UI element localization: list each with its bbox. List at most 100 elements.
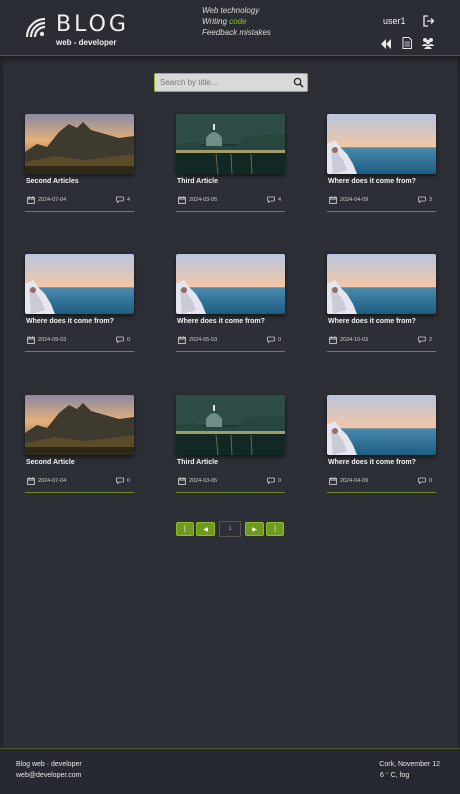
article-thumbnail[interactable] [176, 114, 285, 174]
logout-icon[interactable] [423, 15, 435, 27]
calendar-icon [27, 477, 35, 485]
tagline-line-3: Feedback mistakes [202, 28, 271, 37]
article-card[interactable]: Where does it come from? 2024-09-03 0 [25, 254, 134, 354]
article-comment-count: 0 [267, 336, 281, 343]
last-page-button[interactable]: ] [266, 522, 284, 536]
calendar-icon [27, 336, 35, 344]
article-date: 2024-05-03 [178, 336, 217, 344]
article-card[interactable]: Where does it come from? 2024-05-03 0 [176, 254, 285, 354]
article-date: 2024-04-09 [329, 196, 368, 204]
article-card[interactable]: Third Article 2024-03-05 0 [176, 395, 285, 495]
article-thumbnail[interactable] [327, 395, 436, 455]
article-divider [176, 211, 285, 212]
article-comment-count-text: 3 [428, 196, 432, 203]
article-date-text: 2024-03-05 [189, 197, 218, 203]
current-page-number[interactable]: 1 [219, 521, 241, 537]
article-comment-count: 2 [418, 336, 432, 343]
article-comment-count-text: 0 [126, 336, 130, 343]
search-box[interactable]: Search by title... [154, 73, 308, 92]
article-card[interactable]: Third Article 2024-03-05 4 [176, 114, 285, 214]
article-divider [327, 211, 436, 212]
article-date-text: 2024-09-03 [38, 337, 67, 343]
article-card[interactable]: Where does it come from? 2024-04-09 0 [327, 395, 436, 495]
article-divider [25, 492, 134, 493]
article-title[interactable]: Where does it come from? [26, 318, 114, 325]
article-card[interactable]: Where does it come from? 2024-10-03 2 [327, 254, 436, 354]
article-date: 2024-10-03 [329, 336, 368, 344]
article-comment-count-text: 0 [277, 477, 281, 484]
tagline: Web technology Writing code Feedback mis… [202, 5, 271, 38]
article-date: 2024-04-09 [329, 477, 368, 485]
article-title[interactable]: Second Article [26, 459, 75, 466]
calendar-icon [329, 196, 337, 204]
search-icon[interactable] [293, 77, 304, 88]
document-icon[interactable] [401, 37, 413, 49]
article-comment-count-text: 4 [126, 196, 130, 203]
calendar-icon [178, 336, 186, 344]
prev-page-button[interactable]: ◀ [196, 522, 215, 536]
calendar-icon [27, 196, 35, 204]
comment-icon [267, 196, 275, 203]
article-date: 2024-07-04 [27, 477, 66, 485]
site-header: BLOG web - developer Web technology Writ… [0, 0, 460, 56]
article-title[interactable]: Third Article [177, 459, 218, 466]
article-divider [176, 492, 285, 493]
article-comment-count-text: 0 [277, 336, 281, 343]
footer-email[interactable]: web@developer.com [16, 772, 81, 779]
username: user1 [383, 16, 406, 26]
users-icon[interactable] [421, 37, 435, 49]
article-divider [327, 351, 436, 352]
article-date: 2024-07-04 [27, 196, 66, 204]
back-icon[interactable] [380, 38, 392, 50]
logo-subtitle: web - developer [56, 38, 117, 47]
article-thumbnail[interactable] [25, 395, 134, 455]
article-card[interactable]: Second Articles 2024-07-04 4 [25, 114, 134, 214]
article-thumbnail[interactable] [176, 395, 285, 455]
article-title[interactable]: Third Article [177, 178, 218, 185]
article-comment-count-text: 4 [277, 196, 281, 203]
comment-icon [418, 336, 426, 343]
calendar-icon [178, 477, 186, 485]
first-page-button[interactable]: [ [176, 522, 194, 536]
article-date: 2024-03-05 [178, 477, 217, 485]
article-thumbnail[interactable] [327, 254, 436, 314]
calendar-icon [329, 336, 337, 344]
article-comment-count: 0 [116, 477, 130, 484]
article-title[interactable]: Where does it come from? [177, 318, 265, 325]
article-thumbnail[interactable] [25, 254, 134, 314]
footer-location-date: Cork, November 12 [379, 761, 440, 768]
article-thumbnail[interactable] [25, 114, 134, 174]
article-thumbnail[interactable] [327, 114, 436, 174]
article-title[interactable]: Where does it come from? [328, 459, 416, 466]
article-comment-count-text: 0 [428, 477, 432, 484]
article-date-text: 2024-07-04 [38, 197, 67, 203]
article-thumbnail[interactable] [176, 254, 285, 314]
article-title[interactable]: Where does it come from? [328, 318, 416, 325]
article-card[interactable]: Where does it come from? 2024-04-09 3 [327, 114, 436, 214]
article-comment-count: 4 [267, 196, 281, 203]
article-comment-count: 4 [116, 196, 130, 203]
comment-icon [418, 477, 426, 484]
article-title[interactable]: Second Articles [26, 178, 79, 185]
article-date: 2024-03-05 [178, 196, 217, 204]
article-card[interactable]: Second Article 2024-07-04 0 [25, 395, 134, 495]
article-date-text: 2024-04-09 [340, 197, 369, 203]
article-date-text: 2024-03-05 [189, 478, 218, 484]
logo-title: BLOG [56, 12, 129, 37]
next-page-button[interactable]: ▶ [245, 522, 264, 536]
search-input[interactable]: Search by title... [160, 78, 217, 87]
comment-icon [116, 477, 124, 484]
tagline-line-2: Writing code [202, 17, 247, 26]
article-date-text: 2024-04-09 [340, 478, 369, 484]
article-date: 2024-09-03 [27, 336, 66, 344]
article-date-text: 2024-07-04 [38, 478, 67, 484]
calendar-icon [178, 196, 186, 204]
article-title[interactable]: Where does it come from? [328, 178, 416, 185]
article-date-text: 2024-05-03 [189, 337, 218, 343]
article-divider [176, 351, 285, 352]
article-comment-count: 3 [418, 196, 432, 203]
footer-brand: Blog web · developer [16, 761, 82, 768]
comment-icon [418, 196, 426, 203]
tagline-line-1: Web technology [202, 6, 260, 15]
site-logo[interactable]: BLOG web - developer [24, 12, 134, 48]
